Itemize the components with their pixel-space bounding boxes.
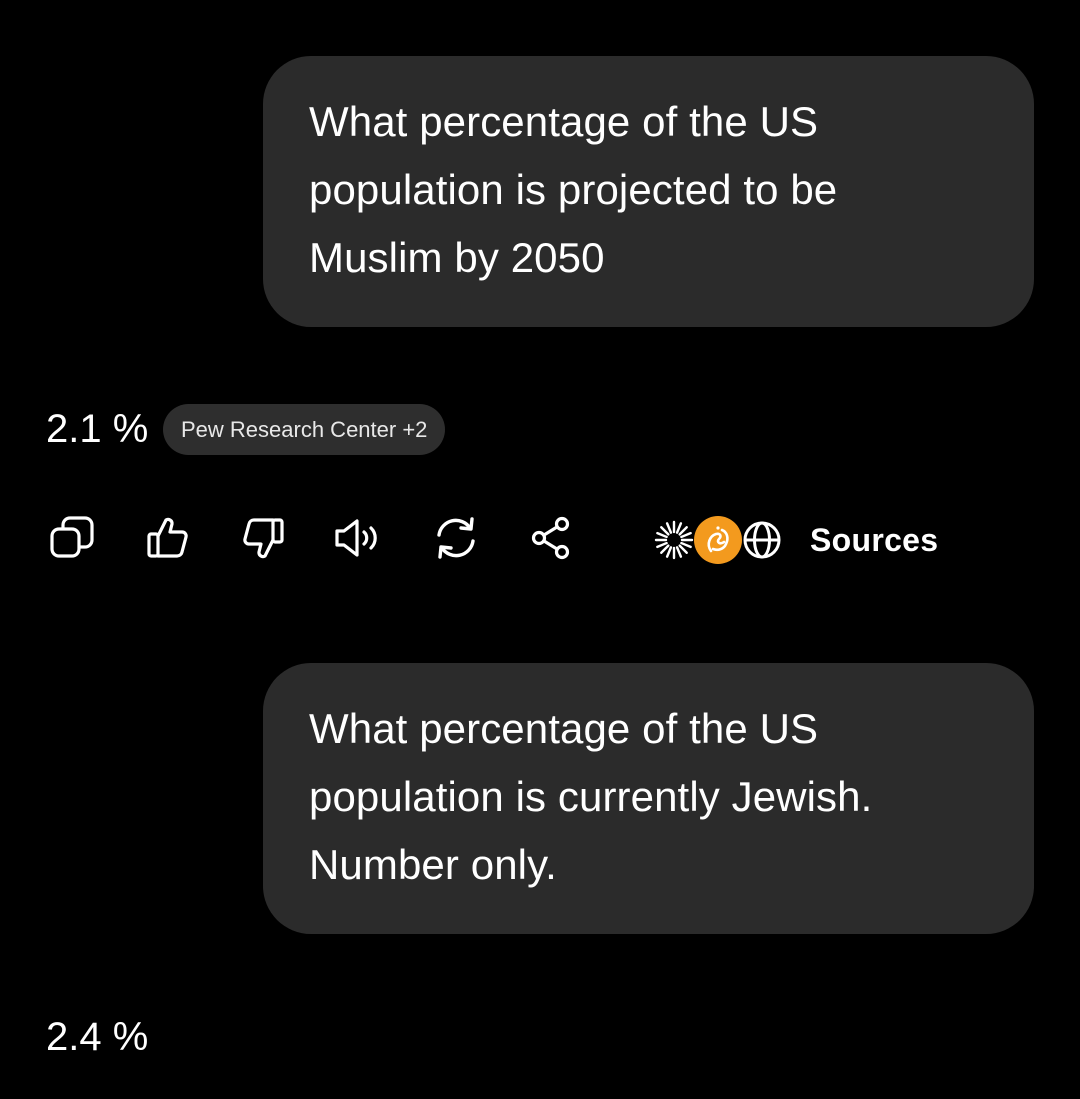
speaker-icon [335, 519, 377, 557]
regenerate-button[interactable] [430, 512, 482, 564]
user-message-bubble: What percentage of the US population is … [263, 56, 1034, 327]
message-line: Number only. [309, 841, 557, 888]
assistant-answer: 2.1 % [46, 407, 149, 451]
pew-burst-icon [650, 516, 698, 564]
sources-label: Sources [810, 521, 939, 558]
share-button[interactable] [525, 512, 577, 564]
source-chip[interactable]: Pew Research Center +2 [163, 404, 446, 455]
message-line: What percentage of the US [309, 98, 819, 145]
globe-icon [738, 516, 786, 564]
aljazeera-logo-icon [694, 516, 742, 564]
regenerate-icon [437, 517, 475, 559]
read-aloud-button[interactable] [333, 512, 385, 564]
message-line: population is currently Jewish. [309, 773, 873, 820]
assistant-answer: 2.4 % [46, 1015, 149, 1059]
thumbs-down-icon [243, 518, 284, 559]
message-line: Muslim by 2050 [309, 234, 605, 281]
thumbs-down-button[interactable] [238, 512, 290, 564]
thumbs-up-button[interactable] [141, 512, 193, 564]
user-message-bubble: What percentage of the US population is … [263, 663, 1034, 934]
share-icon [531, 516, 570, 560]
sources-button[interactable]: Sources [650, 512, 938, 568]
copy-button[interactable] [46, 512, 98, 564]
message-line: What percentage of the US [309, 705, 819, 752]
copy-icon [50, 516, 94, 558]
message-line: population is projected to be [309, 166, 838, 213]
thumbs-up-icon [147, 517, 188, 558]
